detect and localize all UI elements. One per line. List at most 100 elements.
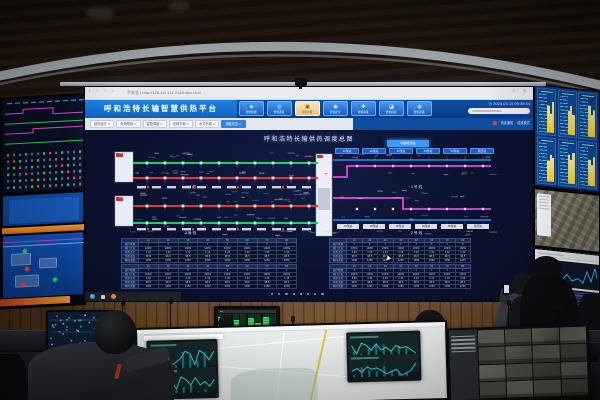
browser-nav-icons[interactable]: ‹ › ○ ⌂ [89, 88, 117, 94]
toolbar-button[interactable]: ◎ 智慧调度 [267, 101, 292, 116]
cctv-thumbnail[interactable] [505, 346, 532, 363]
toolbar-button[interactable]: ◍ 智慧资源 [407, 101, 432, 116]
cctv-thumbnail[interactable] [534, 379, 561, 396]
table-cell: 1250 [159, 259, 179, 263]
station-chip[interactable]: 1#泵站 [337, 224, 359, 229]
smartphone [503, 283, 510, 295]
data-table: 1#2#3#4#5#6#7#8#运行状态▼▼▼▼▼▼▼▼阀门开度100%100%… [121, 264, 297, 289]
table-cell: 1250 [440, 285, 456, 289]
cctv-thumbnail[interactable] [533, 362, 560, 379]
cctv-thumbnail[interactable] [479, 364, 506, 381]
toolbar-button-label: 智慧资源 [414, 110, 425, 114]
station-chip[interactable]: 隔压站 [470, 148, 494, 154]
table-cell: 1250 [198, 259, 218, 263]
notice-bar: 消息通知 值班模式 [493, 120, 531, 125]
notice-chip[interactable]: 值班模式 [517, 120, 530, 125]
control-room-photo: ‹ › ○ ⌂ 不安全 | http://128.111.114.214/ind… [0, 0, 600, 400]
cctv-thumbnail[interactable] [532, 328, 559, 345]
cctv-thumbnail[interactable] [533, 345, 560, 362]
data-table: 1#2#3#4#5#6#7#8#运行状态▼▼▼▼▼▼▼▼阀门开度100%100%… [329, 238, 471, 263]
search-pill[interactable] [468, 108, 530, 114]
station-chip[interactable]: 3#泵站 [389, 224, 411, 229]
tab[interactable]: 经济运行 ⊙ [90, 120, 114, 128]
cctv-thumbnail[interactable] [560, 344, 587, 361]
yellow-gauge-bar [572, 153, 574, 184]
desk-monitor-map-dashboard [135, 320, 449, 400]
table-cell: 1250 [277, 285, 297, 289]
table-cell: 1250 [198, 285, 218, 289]
left-screen-process-top [2, 191, 84, 227]
toolbar-button-icon: ◪ [389, 104, 394, 110]
station-chip[interactable]: 5#泵站 [443, 148, 467, 154]
component-box [11, 253, 31, 266]
browser-address-bar[interactable]: 不安全 | http://128.111.114.214/index.html [127, 90, 201, 96]
notice-chip[interactable]: 消息通知 [501, 120, 514, 125]
toolbar-button[interactable]: ▣ 智慧诊断 [295, 101, 320, 116]
gis-layer-panel [537, 193, 551, 236]
ceiling-light [86, 8, 114, 19]
tab-label: 调度总览 [225, 121, 238, 128]
station-chip[interactable]: 4#泵站 [416, 148, 440, 154]
alert-icon [493, 121, 497, 125]
browser-menu-icons[interactable]: ☆ ≡ [511, 88, 529, 94]
table-cell: 1250 [409, 285, 425, 289]
toolbar-button[interactable]: ◈ 智慧监视 [239, 101, 264, 116]
pager-dots[interactable] [271, 293, 324, 295]
pump-status-red [25, 267, 29, 271]
tab-label: 智慧调度 [147, 121, 160, 128]
toolbar-button[interactable]: ◉ 智慧安全 [323, 101, 348, 116]
table-cell: 1250 [425, 285, 441, 289]
pump-station-panel [558, 89, 577, 138]
pump-status-green [53, 278, 57, 282]
chair-coat [0, 354, 26, 400]
cctv-sidebar[interactable] [449, 329, 479, 400]
cctv-thumbnail[interactable] [506, 363, 533, 380]
cctv-thumbnail[interactable] [559, 327, 586, 344]
tab[interactable]: 智慧调度 ⊙ [143, 120, 167, 128]
tab-close-icon[interactable]: ⊙ [187, 121, 190, 128]
station-chip[interactable]: 3#泵站 [389, 148, 413, 154]
highlight-station-chip[interactable]: 中继能源站 [387, 140, 429, 147]
cctv-thumbnail[interactable] [507, 380, 534, 397]
cctv-thumbnail[interactable] [505, 329, 532, 346]
table-cell: 1250 [277, 259, 297, 263]
tab[interactable]: 水力仿真 ⊙ [195, 120, 219, 128]
table-cell: 瞬时流量 [330, 259, 347, 263]
app-icon-orange[interactable] [111, 294, 116, 299]
app-icon[interactable] [101, 295, 105, 299]
tab-close-icon[interactable]: ⊙ [160, 121, 163, 128]
tab-close-icon[interactable]: ⊙ [239, 121, 242, 128]
tabs: 经济运行 ⊙ 负荷预测 ⊙ 智慧调度 ⊙ [85, 118, 353, 130]
cctv-thumbnail[interactable] [561, 378, 588, 395]
station-chip[interactable]: 隔压站 [467, 224, 489, 229]
platform-title: 呼和浩特长输智慧供热平台 [85, 100, 237, 118]
tab[interactable]: 全网平衡 ⊙ [169, 120, 193, 128]
tab[interactable]: 负荷预测 ⊙ [116, 120, 140, 128]
table-cell: 1250 [363, 259, 379, 263]
tab-close-icon[interactable]: ⊙ [108, 121, 111, 128]
table-cell: 瞬时流量 [330, 285, 347, 289]
toolbar-button-icon: ◉ [333, 104, 337, 110]
station-chip[interactable]: 2#泵站 [362, 148, 386, 154]
windows-taskbar [85, 292, 181, 301]
table-cell: 1250 [258, 259, 278, 263]
table-cell: 1250 [179, 285, 199, 289]
station-chip[interactable]: 5#泵站 [441, 224, 463, 229]
cctv-thumbnail[interactable] [478, 347, 505, 364]
station-chip[interactable]: 2#泵站 [363, 224, 385, 229]
tab-close-icon[interactable]: ⊙ [134, 121, 137, 128]
cctv-thumbnail[interactable] [479, 381, 506, 398]
component-box [15, 274, 39, 287]
station-chip[interactable]: 1#泵站 [335, 148, 359, 154]
gauge-toolbar [218, 310, 276, 313]
toolbar: ◈ 智慧监视 ◎ 智慧调度 ▣ 智慧诊断 [239, 101, 437, 117]
toolbar-button[interactable]: ✚ 智慧决策 [351, 101, 376, 116]
tab[interactable]: 调度总览 ⊙ [221, 120, 245, 128]
edge-icon[interactable] [90, 294, 95, 299]
desk-monitor-cctv [447, 324, 591, 400]
toolbar-button[interactable]: ◪ 智慧机房 [379, 101, 404, 116]
cctv-thumbnail[interactable] [561, 361, 588, 378]
station-chip[interactable]: 4#泵站 [415, 224, 437, 229]
cctv-thumbnail[interactable] [477, 330, 504, 347]
tab-close-icon[interactable]: ⊙ [213, 121, 216, 128]
